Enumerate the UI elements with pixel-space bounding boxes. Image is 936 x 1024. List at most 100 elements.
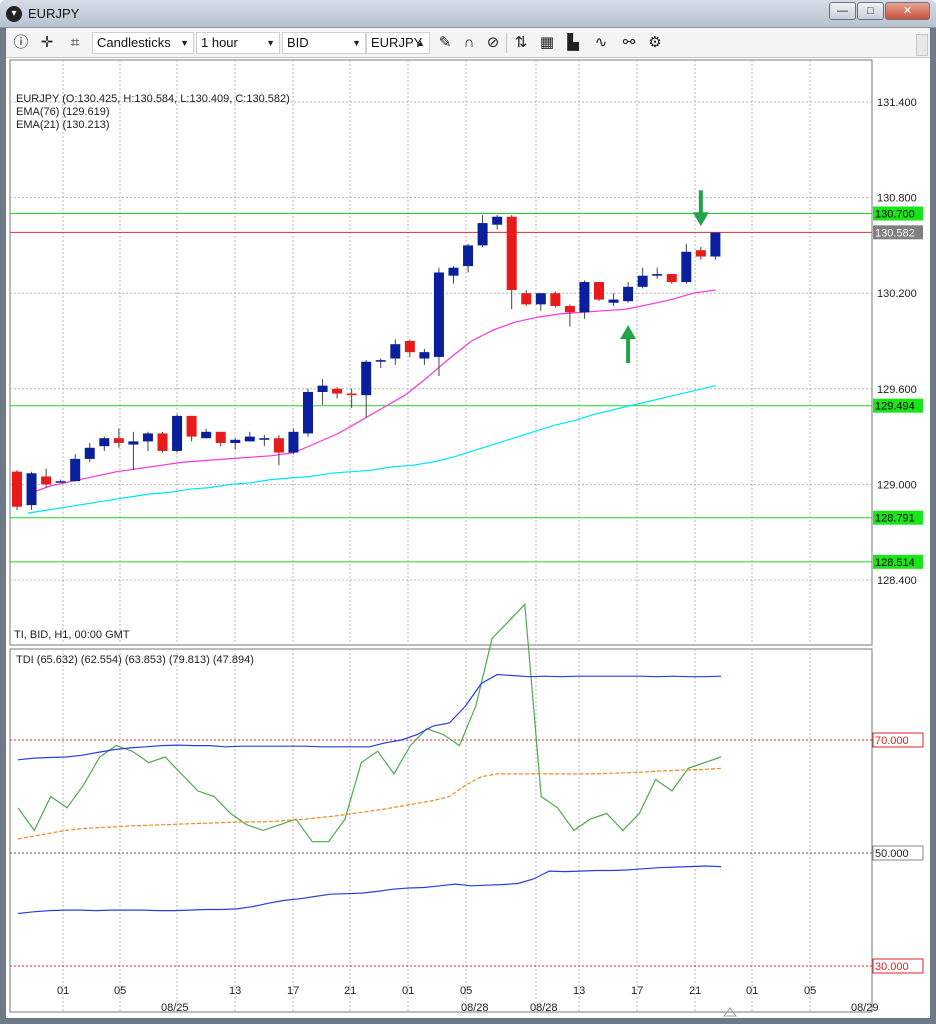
candle-body bbox=[41, 476, 52, 485]
candle-body bbox=[12, 471, 22, 507]
candle-body bbox=[666, 274, 677, 283]
ema76-legend: EMA(76) (129.619) bbox=[16, 106, 110, 118]
chart-type-select[interactable]: Candlesticks ▼ bbox=[92, 32, 194, 54]
title-bar[interactable]: ▾ EURJPY — □ ✕ bbox=[0, 0, 936, 28]
candle-body bbox=[710, 232, 721, 257]
candle-body bbox=[70, 458, 81, 482]
price-legend: EURJPY (O:130.425, H:130.584, L:130.409,… bbox=[16, 93, 290, 105]
price-side-select[interactable]: BID ▼ bbox=[282, 32, 366, 54]
candle-body bbox=[215, 431, 226, 443]
link-icon[interactable]: ⚯ bbox=[618, 32, 640, 54]
eye-off-icon[interactable]: ⊘ bbox=[482, 32, 504, 54]
sort-icon[interactable]: ⇅ bbox=[510, 32, 532, 54]
candle-body bbox=[681, 251, 692, 283]
candle-body bbox=[564, 305, 575, 313]
price-level-tag-label: 130.582 bbox=[875, 227, 915, 239]
tdi-level-label: 70.000 bbox=[875, 735, 909, 747]
timeframe-select[interactable]: 1 hour ▼ bbox=[196, 32, 280, 54]
candle-body bbox=[608, 299, 619, 303]
time-axis-date-label: 08/28 bbox=[461, 1002, 489, 1014]
chevron-up-icon: ▲ bbox=[416, 38, 425, 48]
minimize-button[interactable]: — bbox=[829, 2, 856, 20]
candle-body bbox=[492, 216, 503, 225]
time-axis-hour-label: 21 bbox=[344, 985, 356, 997]
toolbar-scroll-button[interactable] bbox=[916, 34, 928, 56]
candle-body bbox=[303, 391, 313, 434]
candle-body bbox=[652, 274, 663, 276]
chart-toolbar: ⓘ ✛ ⌗ Candlesticks ▼ 1 hour ▼ BID ▼ EURJPY ▲… bbox=[6, 28, 930, 58]
candle-body bbox=[317, 385, 328, 392]
time-axis-hour-label: 17 bbox=[287, 985, 299, 997]
candle-body bbox=[375, 360, 386, 362]
chart-canvas[interactable]: 130.700 130.582 129.494 128.791 128.514 70.0… bbox=[6, 58, 930, 1018]
candle-body bbox=[419, 352, 430, 359]
candle-body bbox=[477, 223, 488, 246]
price-axis-label: 130.200 bbox=[877, 288, 917, 300]
candle-body bbox=[273, 438, 284, 453]
tdi-level-label: 30.000 bbox=[875, 961, 909, 973]
price-side-value: BID bbox=[287, 35, 309, 50]
time-axis-hour-label: 05 bbox=[114, 985, 126, 997]
candle-body bbox=[230, 439, 241, 443]
crosshair-icon[interactable]: ✛ bbox=[36, 32, 58, 54]
candle-body bbox=[361, 361, 372, 396]
candle-body bbox=[535, 293, 546, 305]
candle-body bbox=[26, 473, 37, 506]
candle-body bbox=[84, 447, 95, 459]
chart-client-area: ⓘ ✛ ⌗ Candlesticks ▼ 1 hour ▼ BID ▼ EURJPY ▲… bbox=[6, 28, 930, 1018]
time-axis-hour-label: 13 bbox=[229, 985, 241, 997]
candle-body bbox=[506, 216, 517, 291]
price-axis-label: 129.000 bbox=[877, 479, 917, 491]
template-icon[interactable]: ▙ bbox=[562, 32, 584, 54]
chart-type-value: Candlesticks bbox=[97, 35, 171, 50]
candle-body bbox=[637, 275, 648, 287]
price-axis-label: 129.600 bbox=[877, 384, 917, 396]
price-level-tag-label: 129.494 bbox=[875, 401, 915, 413]
tdi-pane-frame bbox=[9, 648, 873, 1013]
candle-body bbox=[695, 250, 706, 257]
chevron-down-icon: ▼ bbox=[180, 38, 189, 48]
ema21-legend: EMA(21) (130.213) bbox=[16, 119, 110, 131]
candle-body bbox=[128, 441, 139, 445]
window-title: EURJPY bbox=[28, 6, 80, 21]
toolbar-separator bbox=[506, 33, 507, 53]
close-button[interactable]: ✕ bbox=[885, 2, 930, 20]
price-axis-label: 130.800 bbox=[877, 193, 917, 205]
time-axis-date-label: 08/25 bbox=[161, 1002, 189, 1014]
pencil-icon[interactable]: ✎ bbox=[434, 32, 456, 54]
magnet-icon[interactable]: ∩ bbox=[458, 32, 480, 54]
price-axis-label: 131.400 bbox=[877, 97, 917, 109]
candle-body bbox=[99, 438, 110, 447]
info-icon[interactable]: ⓘ bbox=[10, 32, 32, 54]
chart-window: ▾ EURJPY — □ ✕ ⓘ ✛ ⌗ Candlesticks ▼ 1 hou… bbox=[0, 0, 936, 1024]
price-level-tag-label: 128.791 bbox=[875, 513, 915, 525]
time-axis-date-label: 08/29 bbox=[851, 1002, 879, 1014]
candle-body bbox=[594, 282, 604, 300]
candle-body bbox=[433, 272, 444, 357]
maximize-button[interactable]: □ bbox=[857, 2, 884, 20]
time-axis-hour-label: 05 bbox=[804, 985, 816, 997]
candle-body bbox=[288, 431, 299, 453]
candle-body bbox=[579, 282, 590, 313]
time-axis-hour-label: 13 bbox=[573, 985, 585, 997]
timeframe-value: 1 hour bbox=[201, 35, 238, 50]
candle-body bbox=[201, 431, 212, 439]
candle-body bbox=[550, 293, 561, 306]
candle-body bbox=[332, 388, 343, 394]
tdi-legend: TDI (65.632) (62.554) (63.853) (79.813) … bbox=[16, 654, 254, 666]
crop-icon[interactable]: ⌗ bbox=[64, 32, 86, 54]
candle-body bbox=[113, 438, 124, 443]
candle-body bbox=[157, 433, 168, 451]
candle-body bbox=[448, 267, 459, 276]
indicator-icon[interactable]: ∿ bbox=[590, 32, 612, 54]
candle-body bbox=[521, 293, 532, 305]
time-axis-hour-label: 01 bbox=[746, 985, 758, 997]
price-axis-label: 128.400 bbox=[877, 575, 917, 587]
settings-icon[interactable]: ⚙ bbox=[644, 32, 666, 54]
price-level-tag-label: 128.514 bbox=[875, 557, 915, 569]
grid-icon[interactable]: ▦ bbox=[536, 32, 558, 54]
candle-body bbox=[259, 438, 270, 440]
time-axis-hour-label: 01 bbox=[57, 985, 69, 997]
symbol-select[interactable]: EURJPY ▲ bbox=[366, 32, 430, 54]
time-axis-hour-label: 21 bbox=[689, 985, 701, 997]
